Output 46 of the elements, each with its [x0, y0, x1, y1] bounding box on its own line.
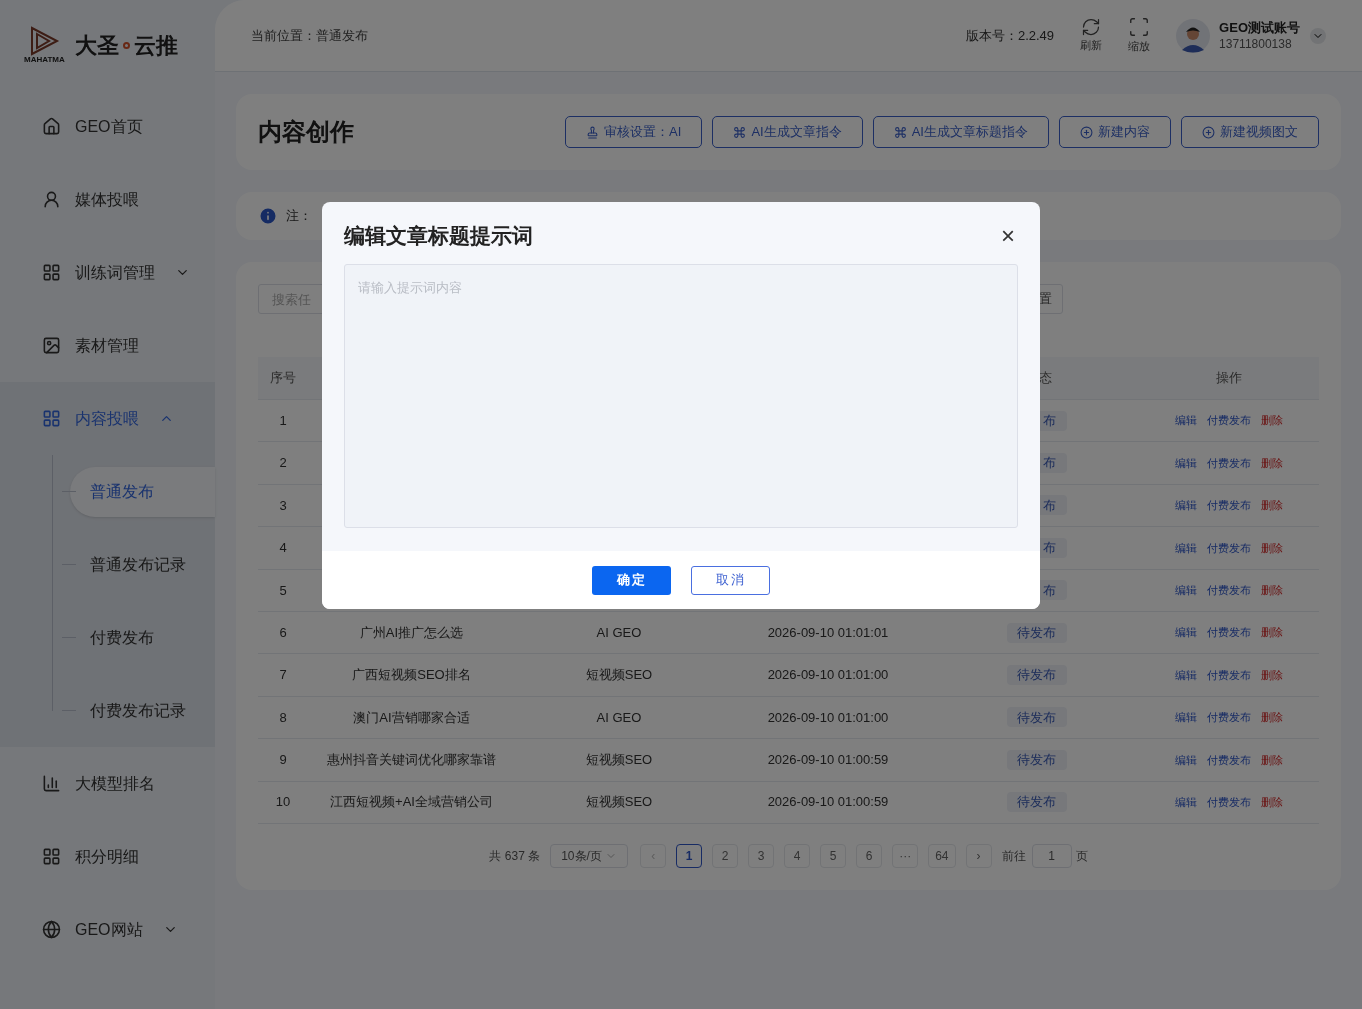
table-cell-text: 8 — [279, 708, 287, 727]
table-cell-text: AI GEO — [595, 708, 643, 727]
table-cell-text: 2026-09-10 01:01:00 — [766, 708, 890, 727]
table-cell-text: 1 — [279, 411, 287, 430]
table-cell-text: 4 — [279, 539, 287, 558]
total-count: 共 637 条 — [489, 847, 541, 865]
notice-text: 注： — [286, 207, 312, 226]
table-cell-text: 6 — [279, 623, 287, 642]
table-cell-text: 澳门AI营销哪家合适 — [352, 708, 471, 727]
table-cell-text: 短视频SEO — [584, 751, 654, 770]
user-phone: 13711800138 — [1219, 36, 1293, 52]
table-cell-text: 2 — [279, 454, 287, 473]
table-cell-text: 2026-09-10 01:01:00 — [766, 666, 890, 685]
table-cell-text: 3 — [279, 496, 287, 515]
user-name: GEO测试账号 — [1219, 19, 1300, 36]
goto-suffix: 页 — [1075, 847, 1088, 865]
column-header: 操作 — [1216, 369, 1242, 388]
logo-caption: MAHATMA — [24, 56, 65, 64]
column-header: 态 — [1038, 369, 1052, 388]
status-tag: 待发布 — [1006, 707, 1067, 728]
column-header: 序号 — [270, 369, 296, 388]
table-cell-text: 2026-09-10 01:00:59 — [766, 793, 890, 812]
logo-text: 大圣 — [74, 31, 119, 60]
table-cell-text: 短视频SEO — [584, 666, 654, 685]
table-cell-text: 9 — [279, 751, 287, 770]
table-cell-text: 惠州抖音关键词优化哪家靠谱 — [326, 751, 497, 770]
status-tag: 待发布 — [1006, 792, 1067, 813]
page-title: 内容创作 — [258, 117, 354, 147]
breadcrumb: 当前位置：普通发布 — [251, 26, 368, 45]
table-cell-text: 江西短视频+AI全域营销公司 — [329, 793, 494, 812]
table-cell-text: 短视频SEO — [584, 793, 654, 812]
logo-text: 云推 — [133, 31, 178, 60]
table-cell-text: 2026-09-10 01:00:59 — [766, 751, 890, 770]
status-tag: 待发布 — [1006, 749, 1067, 770]
status-tag: 待发布 — [1006, 622, 1067, 643]
goto-label: 前往 — [1001, 847, 1026, 865]
table-cell-text: 10 — [275, 793, 291, 812]
table-cell-text: 广西短视频SEO排名 — [351, 666, 472, 685]
table-cell-text: AI GEO — [595, 623, 643, 642]
table-cell-text: 广州AI推广怎么选 — [358, 623, 465, 642]
status-tag: 待发布 — [1006, 665, 1067, 686]
table-cell-text: 7 — [279, 666, 287, 685]
table-cell-text: 2026-09-10 01:01:01 — [766, 623, 890, 642]
version-label: 版本号：2.2.49 — [965, 26, 1055, 45]
dialog-title: 编辑文章标题提示词 — [344, 223, 533, 249]
table-cell-text: 5 — [279, 581, 287, 600]
